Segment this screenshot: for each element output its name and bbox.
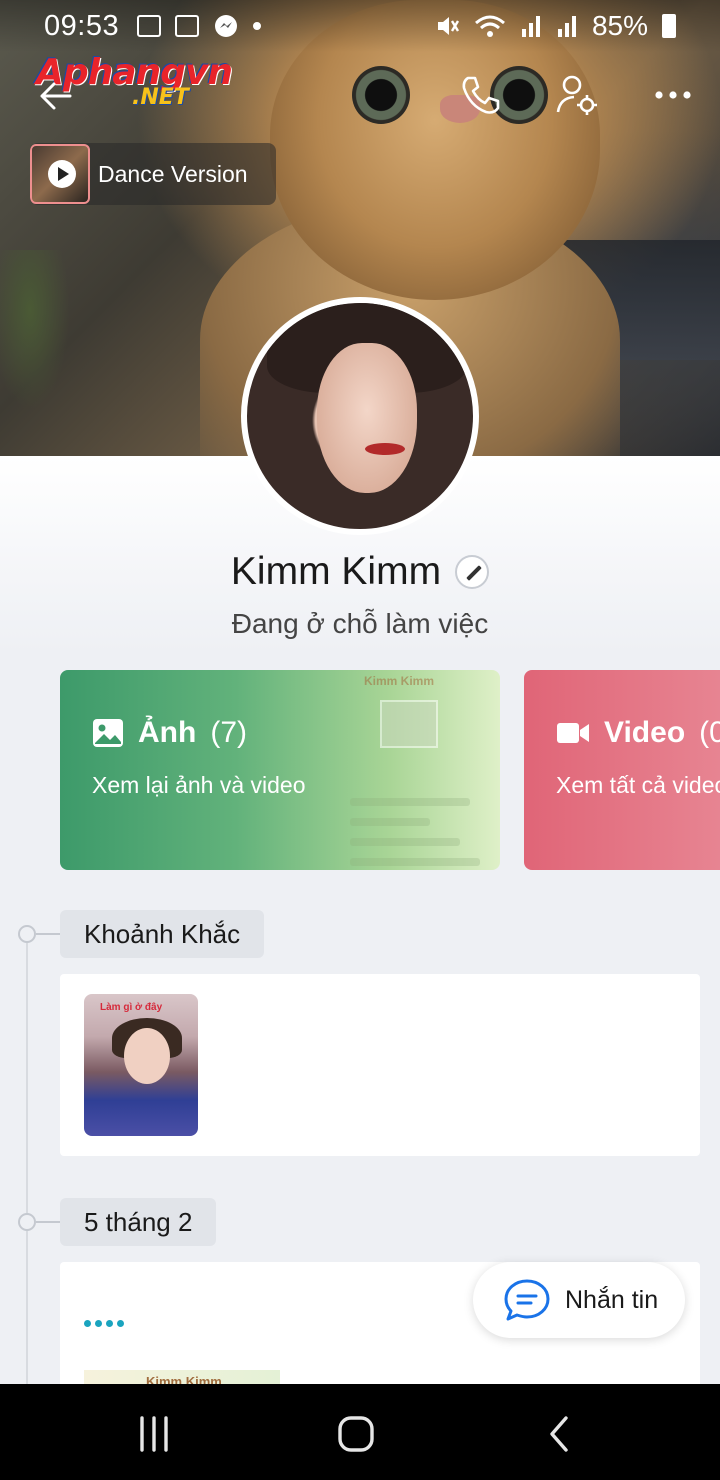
shop-notification-icon — [175, 15, 200, 37]
videos-card-subtitle: Xem tất cả video — [556, 772, 720, 798]
moment-face — [124, 1028, 170, 1084]
cover-cat-eye — [352, 66, 410, 124]
moment-thumbnail[interactable]: Làm gì ở đây — [84, 994, 198, 1136]
videos-card-title: Video (0) — [556, 716, 720, 750]
photos-card-title: Ảnh (7) — [92, 716, 247, 750]
system-back-icon[interactable] — [540, 1414, 580, 1454]
play-icon[interactable] — [48, 160, 76, 188]
battery-percent: 85% — [591, 10, 648, 41]
status-bar: 09:53 85% — [0, 0, 720, 52]
timeline-line — [26, 934, 28, 1394]
timeline-connector — [36, 1221, 60, 1223]
videos-card-label: Video — [604, 716, 686, 749]
avatar[interactable] — [241, 297, 479, 535]
more-notifications-dot — [253, 22, 262, 30]
system-navigation-bar — [0, 1384, 720, 1480]
avatar-face — [317, 343, 417, 493]
photos-card-ghost-line — [350, 838, 460, 846]
profile-name-row: Kimm Kimm — [0, 550, 720, 594]
signal-icon — [521, 16, 540, 37]
profile-settings-icon[interactable] — [554, 72, 600, 118]
profile-status: Đang ở chỗ làm việc — [231, 608, 489, 639]
recent-apps-icon[interactable] — [134, 1414, 174, 1454]
photos-card-ghost-line — [350, 798, 470, 806]
photos-card-ghost-name: Kimm Kimm — [364, 674, 435, 688]
more-options-icon[interactable] — [650, 72, 696, 118]
photos-card-ghost-image — [380, 700, 438, 748]
moment-thumbnail-caption: Làm gì ở đây — [100, 1002, 163, 1013]
status-time: 09:53 — [44, 9, 120, 42]
system-icons: 85% — [434, 10, 676, 42]
photos-card-ghost-line — [350, 858, 480, 866]
moments-label-text: Khoảnh Khắc — [84, 918, 241, 949]
signal-icon-2 — [557, 16, 576, 37]
date-label-text: 5 tháng 2 — [84, 1206, 193, 1237]
mute-icon — [437, 17, 459, 35]
profile-name: Kimm Kimm — [230, 550, 442, 593]
photos-card[interactable]: Kimm Kimm Ảnh (7) Xem lại ảnh và video — [60, 670, 500, 870]
timeline-node — [18, 1213, 36, 1231]
moments-panel: Làm gì ở đây — [60, 974, 700, 1156]
send-message-label: Nhắn tin — [565, 1285, 659, 1314]
music-thumbnail — [30, 144, 90, 204]
photos-card-label: Ảnh — [138, 716, 197, 749]
moments-label: Khoảnh Khắc — [60, 910, 265, 958]
timeline-node — [18, 925, 36, 943]
timeline-connector — [36, 933, 60, 935]
gallery-notification-icon — [137, 15, 162, 37]
home-icon[interactable] — [336, 1414, 376, 1454]
photos-card-background-preview: Kimm Kimm — [350, 670, 500, 870]
messenger-notification-icon — [215, 15, 238, 37]
battery-icon — [662, 14, 676, 38]
video-camera-icon — [557, 723, 589, 743]
date-label: 5 tháng 2 — [60, 1198, 217, 1246]
phone-call-icon[interactable] — [458, 72, 504, 118]
photos-card-count: (7) — [210, 716, 247, 749]
music-title: Dance Version — [98, 160, 248, 187]
image-icon — [93, 719, 123, 747]
chat-bubble-icon — [504, 1279, 550, 1321]
photos-card-ghost-line — [350, 818, 430, 826]
cover-plant — [0, 250, 70, 410]
profile-music-chip[interactable]: Dance Version — [30, 143, 276, 205]
avatar-lips — [365, 443, 405, 455]
notification-icons — [137, 13, 262, 39]
videos-card-count: (0) — [699, 716, 720, 749]
edit-name-icon[interactable] — [455, 555, 490, 589]
back-arrow-icon[interactable] — [36, 76, 76, 116]
wifi-icon — [474, 15, 505, 37]
post-loading-dots — [84, 1320, 124, 1327]
send-message-button[interactable]: Nhắn tin — [473, 1262, 685, 1338]
videos-card[interactable]: Video (0) Xem tất cả video — [524, 670, 720, 870]
photos-card-subtitle: Xem lại ảnh và video — [92, 772, 306, 798]
